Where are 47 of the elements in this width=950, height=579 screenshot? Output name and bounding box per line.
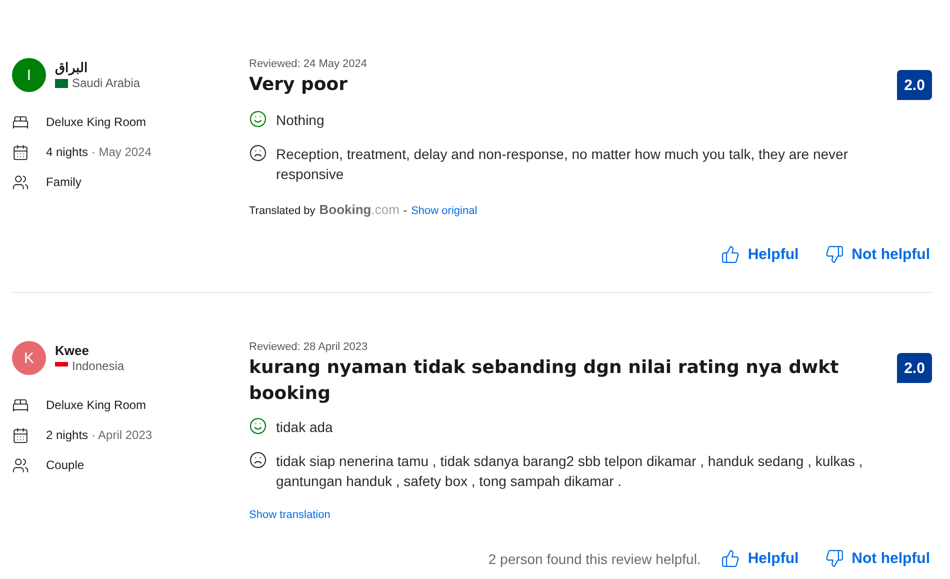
avatar: I — [12, 58, 46, 92]
review-score: 2.0 — [897, 353, 932, 383]
bed-icon — [12, 396, 29, 414]
review-date: Reviewed: 28 April 2023 — [249, 341, 369, 353]
stay-detail: 4 nights · May 2024 — [46, 145, 152, 159]
reviewer-name: Kwee — [55, 343, 90, 358]
people-icon — [12, 174, 29, 190]
calendar-icon — [12, 426, 29, 444]
smile-icon — [249, 417, 267, 435]
frown-icon — [249, 451, 267, 469]
people-icon — [12, 456, 29, 474]
frown-icon — [249, 144, 267, 162]
separator-text: - — [403, 205, 408, 217]
stay-detail: Couple — [46, 458, 84, 472]
thumbs-up-icon — [720, 245, 740, 264]
stay-detail: Deluxe King Room — [46, 398, 146, 412]
review-date: Reviewed: 24 May 2024 — [249, 58, 368, 70]
calendar-icon — [12, 144, 29, 160]
not-helpful-button[interactable]: Not helpful — [822, 547, 932, 570]
liked-text: tidak ada — [276, 418, 334, 437]
stay-detail: Family — [46, 175, 82, 189]
review-title: kurang nyaman tidak sebanding dgn nilai rating nya dwkt booking — [249, 356, 840, 406]
bed-icon — [12, 114, 29, 130]
translation-link[interactable]: Show translation — [249, 509, 330, 521]
smile-icon — [249, 110, 267, 128]
thumbs-down-icon — [824, 549, 844, 568]
booking-logo: Booking.com — [319, 202, 400, 217]
review-score: 2.0 — [897, 70, 932, 100]
flag-icon — [55, 78, 68, 88]
review-title: Very poor — [249, 73, 349, 97]
not-helpful-button[interactable]: Not helpful — [822, 243, 932, 266]
disliked-text: Reception, treatment, delay and non-response, no matter how much you talk, they are never responsive — [276, 145, 849, 184]
disliked-text: tidak siap nenerina tamu , tidak sdanya barang2 sbb telpon dikamar , handuk sedang , kulkas , gantungan handuk , safety box , tong sampah dikamar . — [276, 452, 864, 491]
translated-by-label: Translated by — [249, 205, 316, 217]
thumbs-up-icon — [720, 549, 740, 568]
reviewer-country: Indonesia — [72, 359, 124, 373]
liked-text: Nothing — [276, 111, 326, 130]
translation-link[interactable]: Show original — [411, 205, 478, 217]
helpful-button[interactable]: Helpful — [718, 243, 801, 266]
thumbs-down-icon — [824, 245, 844, 264]
stay-detail: 2 nights · April 2023 — [46, 428, 152, 442]
reviewer-name: البراق — [55, 60, 89, 75]
helpful-count: 2 person found this review helpful. — [488, 550, 701, 566]
helpful-button[interactable]: Helpful — [718, 547, 801, 570]
reviewer-country: Saudi Arabia — [72, 76, 140, 90]
stay-detail: Deluxe King Room — [46, 115, 146, 129]
avatar: K — [12, 341, 46, 375]
